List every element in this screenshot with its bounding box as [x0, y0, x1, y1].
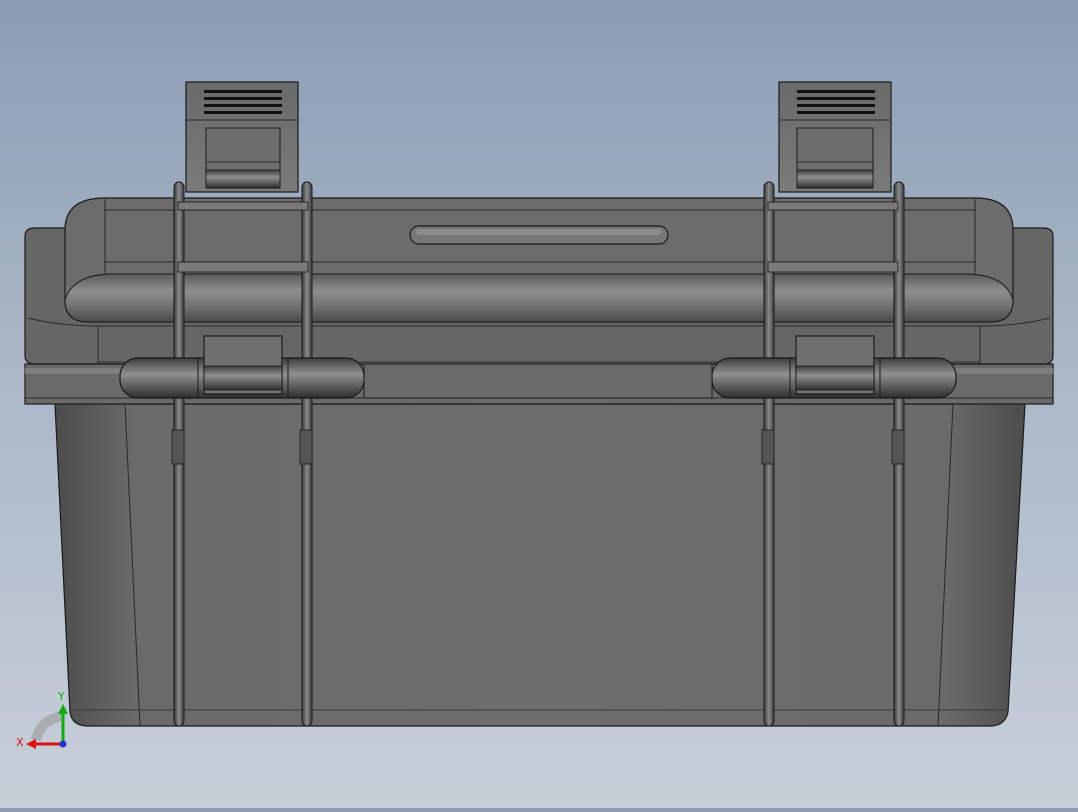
- latch-tab-right[interactable]: [778, 81, 892, 193]
- y-axis-head: [58, 704, 68, 714]
- x-axis-label: X: [16, 736, 24, 749]
- z-axis-dot: [59, 740, 67, 748]
- case-body: [54, 403, 1026, 727]
- axis-triad[interactable]: Y X: [16, 690, 68, 749]
- y-axis-label: Y: [57, 690, 65, 703]
- hinge-rail: [363, 363, 713, 399]
- latch-tab-left[interactable]: [185, 81, 299, 193]
- model-view[interactable]: Y X: [0, 0, 1078, 808]
- cad-viewport[interactable]: Y X: [0, 0, 1078, 808]
- triad-arc: [31, 711, 64, 742]
- case-lid: [64, 197, 1014, 323]
- x-axis-head: [26, 739, 36, 749]
